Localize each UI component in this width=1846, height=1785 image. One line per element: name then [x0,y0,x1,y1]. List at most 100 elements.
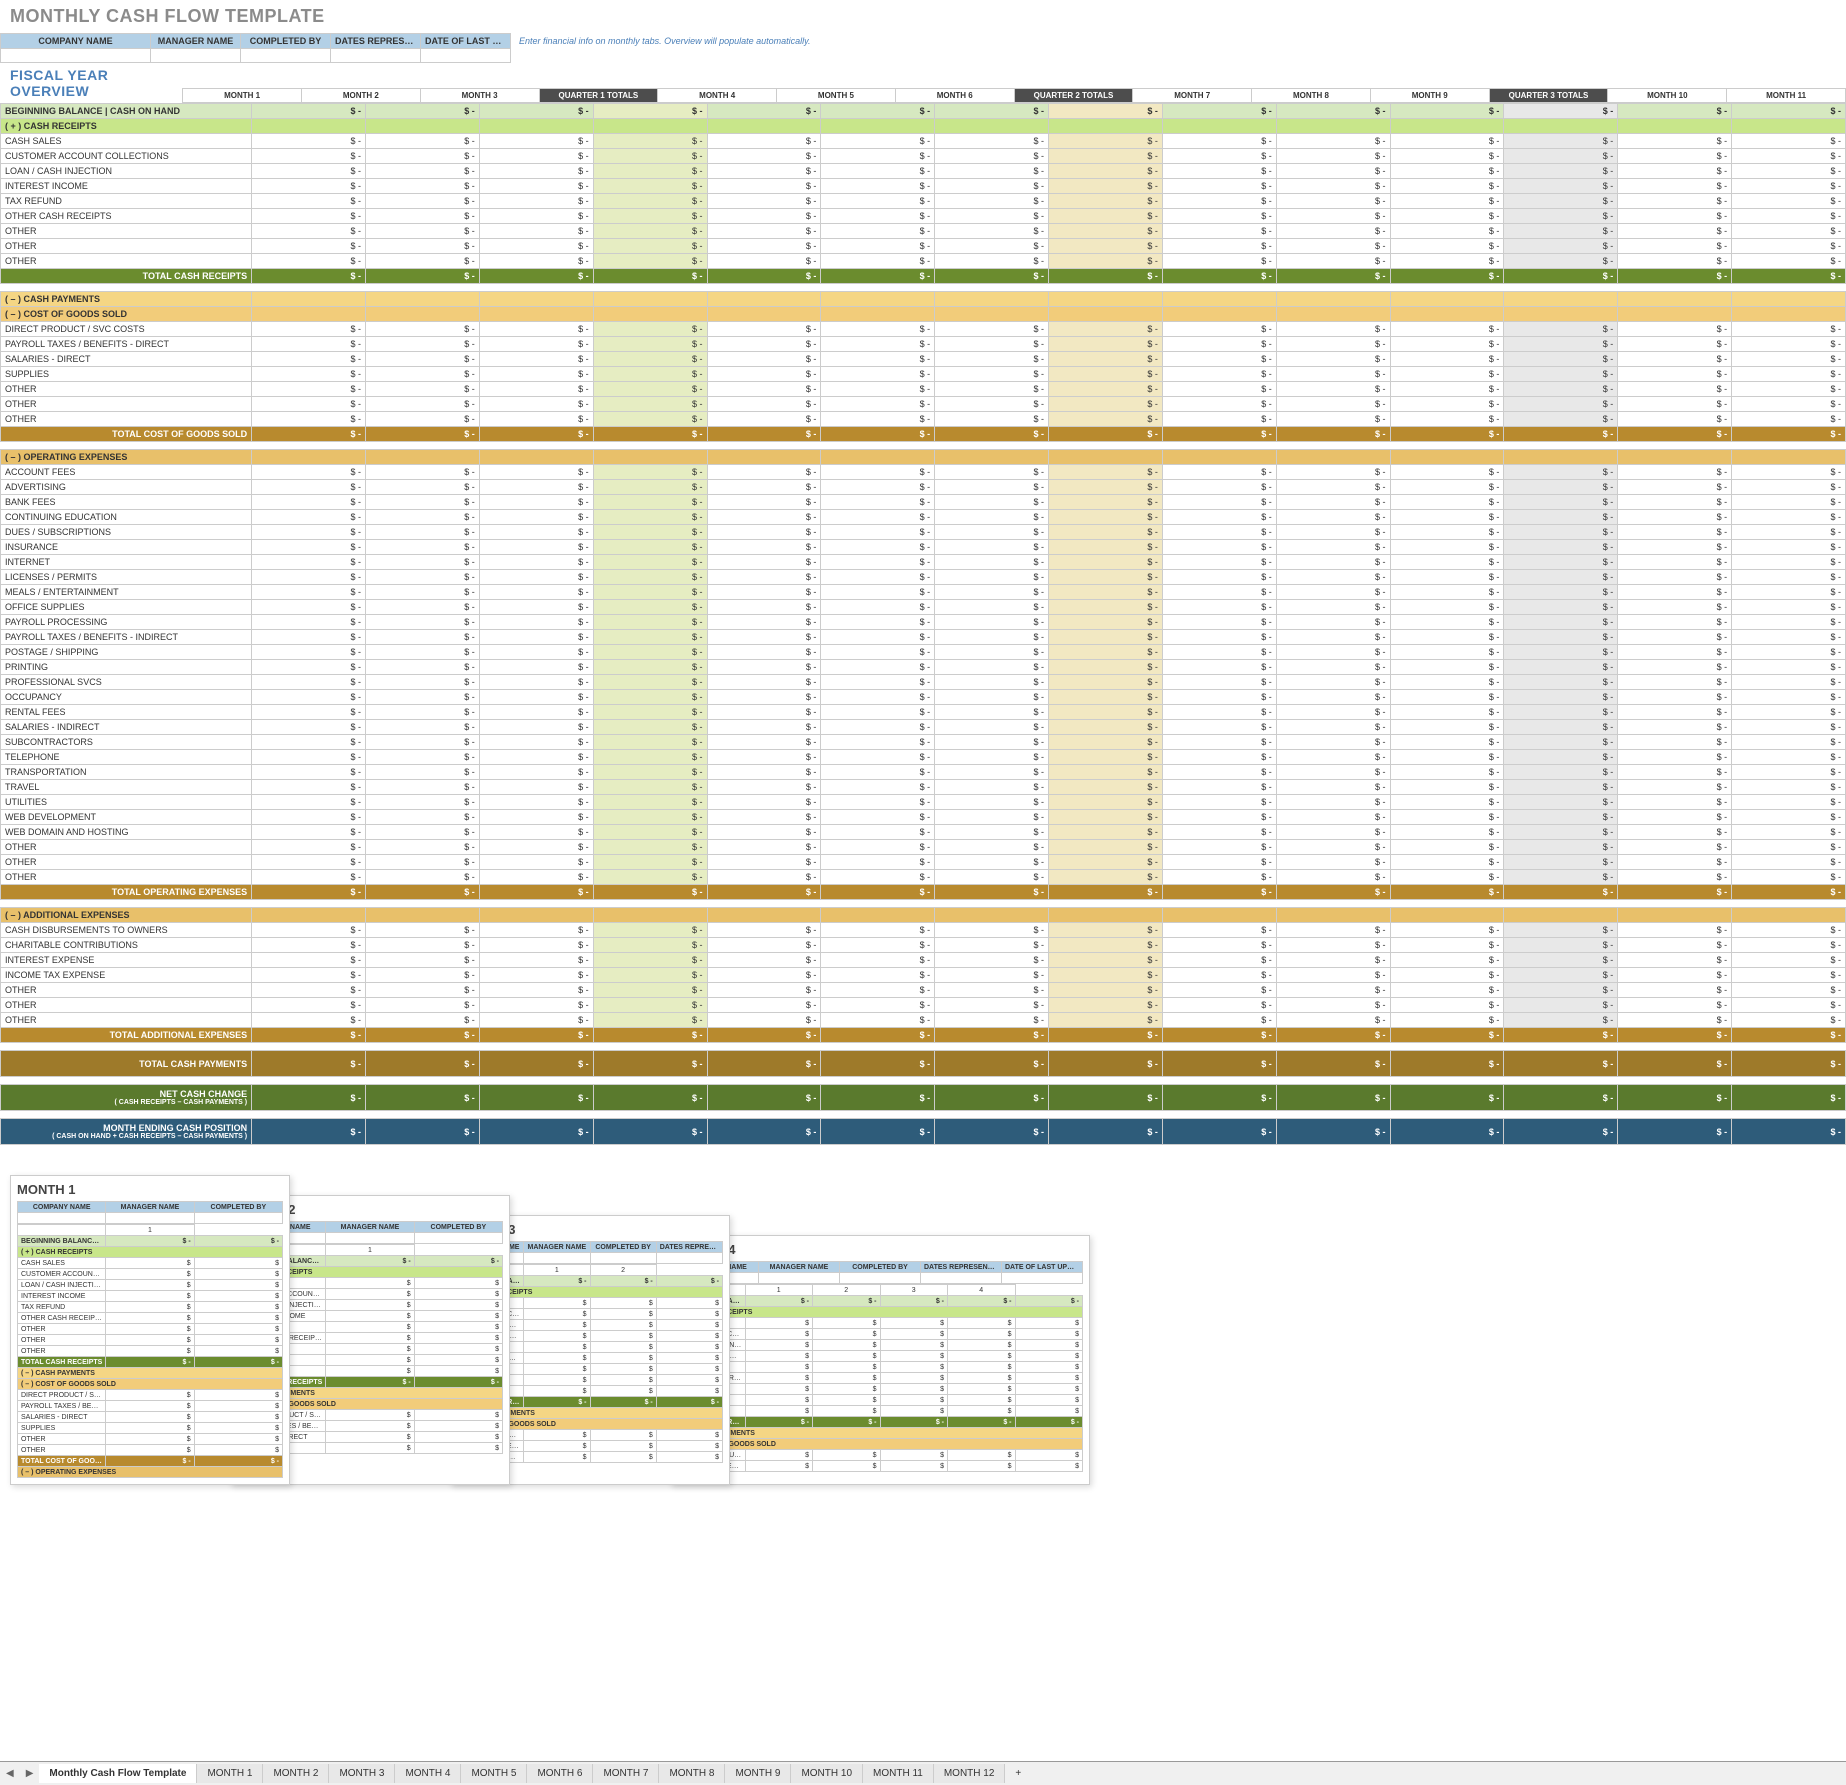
value-cell[interactable]: $ - [935,968,1049,983]
value-cell[interactable]: $ - [365,968,479,983]
value-cell[interactable]: $ - [252,600,366,615]
value-cell[interactable]: $ - [1276,209,1390,224]
value-cell[interactable]: $ - [593,855,707,870]
value-cell[interactable]: $ - [1504,998,1618,1013]
meta-cell[interactable] [241,49,331,63]
value-cell[interactable]: $ - [1504,104,1618,119]
value-cell[interactable]: $ - [365,983,479,998]
value-cell[interactable]: $ - [252,705,366,720]
value-cell[interactable]: $ - [1732,870,1846,885]
value-cell[interactable]: $ - [707,104,821,119]
value-cell[interactable]: $ - [1049,254,1163,269]
value-cell[interactable]: $ - [707,750,821,765]
value-cell[interactable]: $ - [1390,923,1504,938]
value-cell[interactable]: $ - [1618,825,1732,840]
value-cell[interactable]: $ - [1049,705,1163,720]
tab-nav-next[interactable]: ▶ [20,1768,40,1779]
value-cell[interactable]: $ - [479,104,593,119]
value-cell[interactable]: $ - [1049,720,1163,735]
value-cell[interactable]: $ - [1276,382,1390,397]
value-cell[interactable]: $ - [1618,585,1732,600]
mini-meta-cell[interactable] [326,1233,414,1244]
value-cell[interactable]: $ - [707,540,821,555]
value-cell[interactable]: $ - [593,938,707,953]
value-cell[interactable]: $ - [1504,352,1618,367]
value-cell[interactable]: $ - [479,149,593,164]
value-cell[interactable]: $ - [1618,397,1732,412]
value-cell[interactable]: $ - [935,675,1049,690]
value-cell[interactable]: $ - [593,585,707,600]
value-cell[interactable]: $ - [707,615,821,630]
value-cell[interactable]: $ - [821,495,935,510]
value-cell[interactable]: $ - [1049,495,1163,510]
value-cell[interactable]: $ - [593,750,707,765]
value-cell[interactable]: $ - [1504,765,1618,780]
value-cell[interactable]: $ - [252,855,366,870]
value-cell[interactable]: $ - [1504,825,1618,840]
value-cell[interactable]: $ - [1390,968,1504,983]
value-cell[interactable]: $ - [1162,149,1276,164]
value-cell[interactable]: $ - [479,765,593,780]
value-cell[interactable]: $ - [252,825,366,840]
value-cell[interactable]: $ - [1390,795,1504,810]
value-cell[interactable]: $ - [1732,134,1846,149]
value-cell[interactable]: $ - [1276,194,1390,209]
value-cell[interactable]: $ - [1390,600,1504,615]
value-cell[interactable]: $ - [593,179,707,194]
value-cell[interactable]: $ - [252,923,366,938]
value-cell[interactable]: $ - [1504,367,1618,382]
value-cell[interactable]: $ - [707,998,821,1013]
value-cell[interactable]: $ - [707,765,821,780]
value-cell[interactable]: $ - [365,480,479,495]
value-cell[interactable]: $ - [479,998,593,1013]
value-cell[interactable]: $ - [1618,239,1732,254]
value-cell[interactable]: $ - [1504,149,1618,164]
value-cell[interactable]: $ - [1504,254,1618,269]
value-cell[interactable]: $ - [593,570,707,585]
value-cell[interactable]: $ - [821,382,935,397]
value-cell[interactable]: $ - [593,194,707,209]
value-cell[interactable]: $ - [365,367,479,382]
value-cell[interactable]: $ - [593,465,707,480]
value-cell[interactable]: $ - [1504,795,1618,810]
value-cell[interactable]: $ - [252,840,366,855]
value-cell[interactable]: $ - [1390,570,1504,585]
value-cell[interactable]: $ - [1618,983,1732,998]
value-cell[interactable]: $ - [1276,337,1390,352]
value-cell[interactable]: $ - [1390,397,1504,412]
value-cell[interactable]: $ - [821,923,935,938]
value-cell[interactable]: $ - [1504,540,1618,555]
mini-meta-cell[interactable] [194,1213,282,1224]
value-cell[interactable]: $ - [1618,660,1732,675]
value-cell[interactable]: $ - [1732,224,1846,239]
value-cell[interactable]: $ - [707,795,821,810]
value-cell[interactable]: $ - [479,465,593,480]
value-cell[interactable]: $ - [707,630,821,645]
value-cell[interactable]: $ - [1390,322,1504,337]
value-cell[interactable]: $ - [1049,367,1163,382]
value-cell[interactable]: $ - [935,540,1049,555]
value-cell[interactable]: $ - [1732,397,1846,412]
value-cell[interactable]: $ - [1276,840,1390,855]
value-cell[interactable]: $ - [1276,630,1390,645]
value-cell[interactable]: $ - [252,134,366,149]
value-cell[interactable]: $ - [707,735,821,750]
value-cell[interactable]: $ - [1618,735,1732,750]
value-cell[interactable]: $ - [1732,923,1846,938]
value-cell[interactable]: $ - [1049,840,1163,855]
value-cell[interactable]: $ - [1390,134,1504,149]
value-cell[interactable]: $ - [593,254,707,269]
value-cell[interactable]: $ - [935,164,1049,179]
value-cell[interactable]: $ - [1276,1013,1390,1028]
value-cell[interactable]: $ - [1732,645,1846,660]
value-cell[interactable]: $ - [1618,720,1732,735]
value-cell[interactable]: $ - [252,465,366,480]
value-cell[interactable]: $ - [1504,645,1618,660]
value-cell[interactable]: $ - [479,480,593,495]
value-cell[interactable]: $ - [593,555,707,570]
value-cell[interactable]: $ - [1276,412,1390,427]
value-cell[interactable]: $ - [1049,134,1163,149]
value-cell[interactable]: $ - [1049,585,1163,600]
value-cell[interactable]: $ - [1504,1013,1618,1028]
value-cell[interactable]: $ - [1049,525,1163,540]
